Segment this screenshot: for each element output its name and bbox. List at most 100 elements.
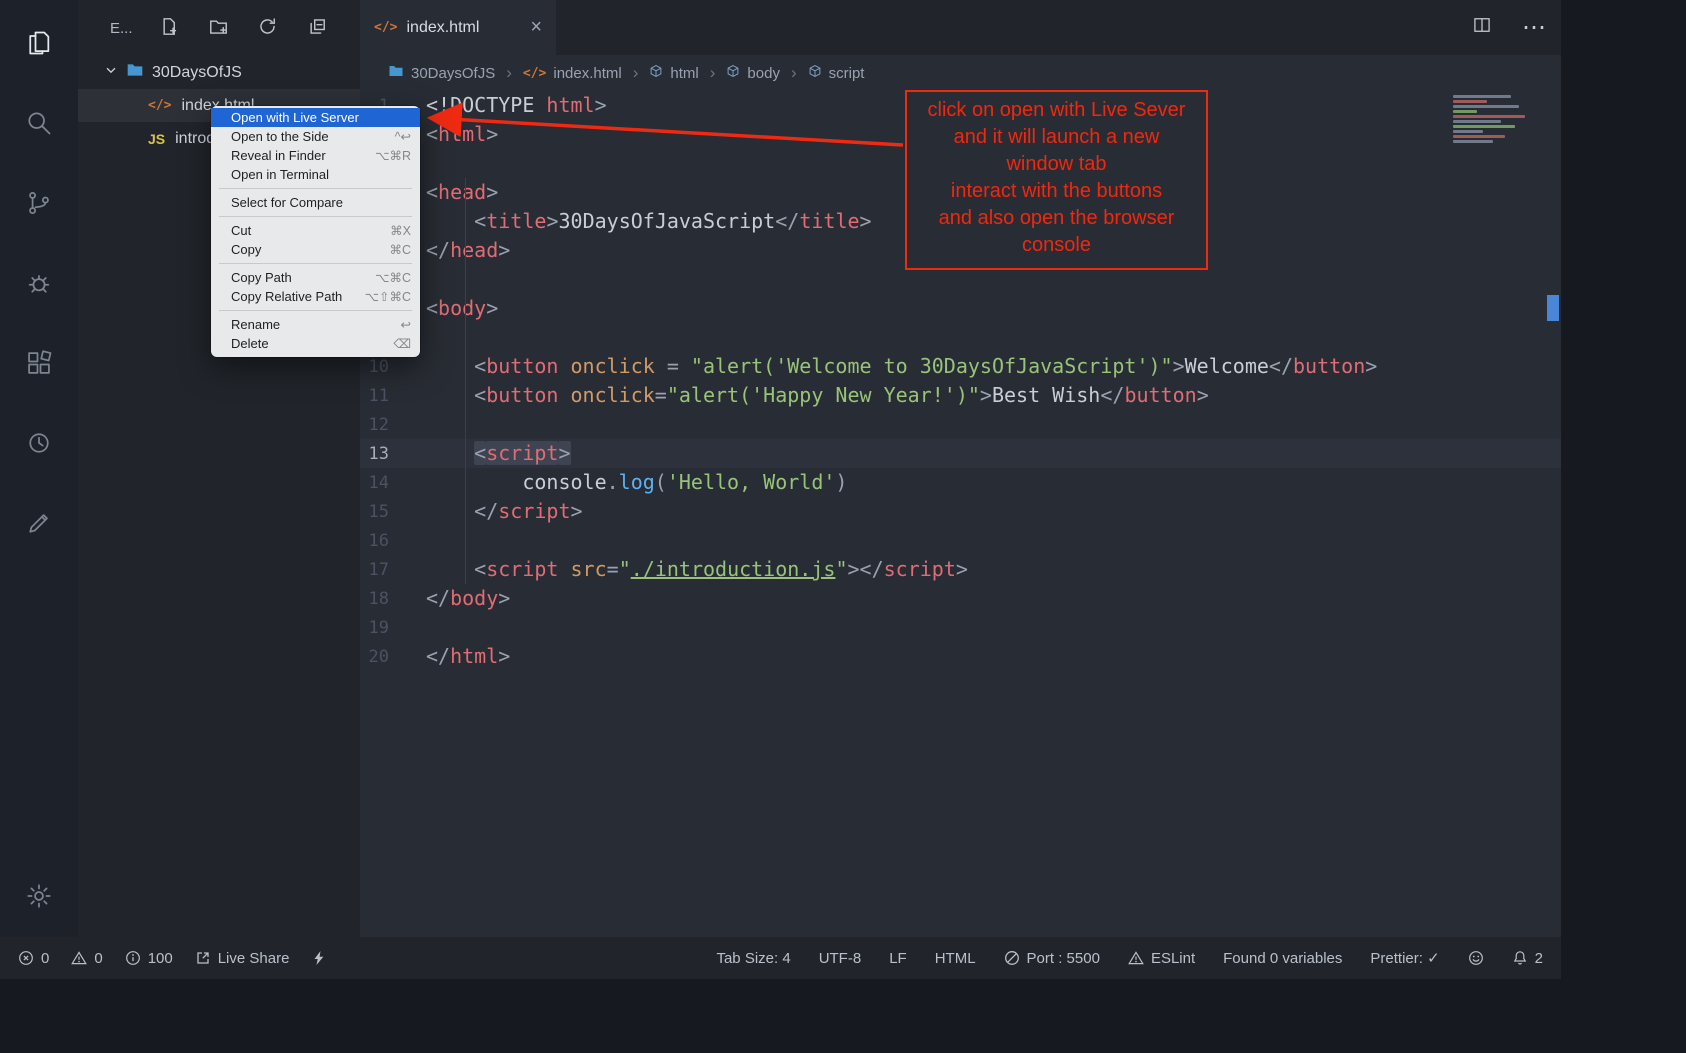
context-menu-item[interactable]: Open in Terminal — [211, 165, 420, 184]
status-item-smiley[interactable] — [1468, 950, 1484, 966]
menu-item-label: Open with Live Server — [231, 110, 359, 125]
breadcrumb-separator: › — [710, 63, 716, 83]
breadcrumb-item[interactable]: body — [726, 64, 780, 82]
breadcrumb-item[interactable]: 30DaysOfJS — [388, 63, 495, 83]
status-item[interactable]: Tab Size: 4 — [716, 950, 790, 967]
context-menu-item[interactable]: Open with Live Server — [211, 108, 420, 127]
code-line[interactable]: 12 — [360, 410, 1561, 439]
line-number: 17 — [360, 560, 426, 580]
breadcrumb-separator: › — [791, 63, 797, 83]
explorer-icon[interactable] — [15, 14, 63, 72]
status-label: 0 — [94, 950, 102, 967]
settings-gear-icon[interactable] — [15, 867, 63, 925]
search-icon[interactable] — [15, 94, 63, 152]
code-line[interactable]: 16 — [360, 526, 1561, 555]
status-item[interactable]: UTF-8 — [819, 950, 862, 967]
code-line[interactable]: 19 — [360, 613, 1561, 642]
line-number: 12 — [360, 415, 426, 435]
code-text: </script> — [426, 497, 583, 526]
menu-item-label: Copy Relative Path — [231, 289, 342, 304]
debug-icon[interactable] — [15, 254, 63, 312]
explorer-header: E... — [78, 0, 360, 56]
status-item-error[interactable]: 0 — [18, 950, 49, 967]
smiley-icon — [1468, 950, 1484, 966]
breadcrumb-item[interactable]: html — [649, 64, 698, 82]
history-icon[interactable] — [15, 414, 63, 472]
collapse-all-icon[interactable] — [307, 17, 326, 40]
status-item[interactable]: Prettier: ✓ — [1370, 949, 1439, 967]
code-line[interactable]: 8<body> — [360, 294, 1561, 323]
status-item[interactable]: LF — [889, 950, 907, 967]
feedback-pen-icon[interactable] — [15, 494, 63, 552]
more-actions-icon[interactable]: ⋯ — [1522, 13, 1547, 42]
refresh-icon[interactable] — [258, 17, 277, 40]
code-line[interactable]: 18</body> — [360, 584, 1561, 613]
context-menu-item[interactable]: Copy Relative Path⌥⇧⌘C — [211, 287, 420, 306]
context-menu-item[interactable]: Reveal in Finder⌥⌘R — [211, 146, 420, 165]
menu-item-shortcut: ⌥⌘R — [375, 148, 411, 163]
code-line[interactable]: 14 console.log('Hello, World') — [360, 468, 1561, 497]
close-tab-icon[interactable]: × — [530, 16, 542, 39]
explorer-title: E... — [110, 20, 133, 37]
status-label: HTML — [935, 950, 976, 967]
status-bar: 0 0 100 Live Share Tab Size: 4 UTF-8 LF HTML Po… — [0, 937, 1561, 979]
extensions-icon[interactable] — [15, 334, 63, 392]
split-editor-icon[interactable] — [1472, 15, 1492, 40]
code-text: <!DOCTYPE html> — [426, 91, 607, 120]
code-line[interactable]: 11 <button onclick="alert('Happy New Yea… — [360, 381, 1561, 410]
breadcrumb-item[interactable]: script — [808, 64, 865, 82]
overview-ruler[interactable] — [1545, 91, 1561, 937]
context-menu-item[interactable]: Rename↩ — [211, 315, 420, 334]
status-item-port[interactable]: Port : 5500 — [1004, 950, 1100, 967]
code-text: <button onclick="alert('Happy New Year!'… — [426, 381, 1209, 410]
source-control-icon[interactable] — [15, 174, 63, 232]
context-menu-item[interactable]: Open to the Side^↩ — [211, 127, 420, 146]
code-line[interactable]: 15 </script> — [360, 497, 1561, 526]
annotation-text: console — [911, 232, 1202, 259]
menu-item-shortcut: ⌫ — [393, 336, 411, 351]
tab-index-html[interactable]: </> index.html × — [360, 0, 556, 55]
status-label: Found 0 variables — [1223, 950, 1342, 967]
status-item-warning[interactable]: 0 — [71, 950, 102, 967]
new-file-icon[interactable] — [160, 17, 179, 40]
status-item-info[interactable]: 100 — [125, 950, 173, 967]
error-icon — [18, 950, 34, 966]
line-number: 18 — [360, 589, 426, 609]
annotation-text: click on open with Live Sever — [911, 97, 1202, 124]
status-item-bell[interactable]: 2 — [1512, 950, 1543, 967]
breadcrumb: 30DaysOfJS›</>index.html›html›body›scrip… — [360, 55, 1561, 91]
context-menu-item[interactable]: Delete⌫ — [211, 334, 420, 353]
line-number: 11 — [360, 386, 426, 406]
breadcrumb-item[interactable]: </>index.html — [523, 65, 622, 82]
code-line[interactable]: 17 <script src="./introduction.js"></scr… — [360, 555, 1561, 584]
code-text: console.log('Hello, World') — [426, 468, 847, 497]
chevron-down-icon — [104, 63, 118, 82]
new-folder-icon[interactable] — [209, 17, 228, 40]
annotation-text: and it will launch a new — [911, 124, 1202, 151]
status-item-warning[interactable]: ESLint — [1128, 950, 1195, 967]
breadcrumb-label: script — [829, 65, 865, 82]
code-line[interactable]: 20</html> — [360, 642, 1561, 671]
breadcrumb-label: html — [670, 65, 698, 82]
tab-bar: </> index.html × ⋯ — [360, 0, 1561, 55]
status-label: 100 — [148, 950, 173, 967]
folder-label: 30DaysOfJS — [152, 64, 242, 82]
context-menu-item[interactable]: Cut⌘X — [211, 221, 420, 240]
status-item[interactable]: HTML — [935, 950, 976, 967]
status-item-live-share[interactable]: Live Share — [195, 950, 290, 967]
context-menu-item[interactable]: Copy Path⌥⌘C — [211, 268, 420, 287]
warning-icon — [71, 950, 87, 966]
code-line[interactable]: 9 — [360, 323, 1561, 352]
menu-item-shortcut: ↩ — [401, 317, 411, 332]
line-number: 10 — [360, 357, 426, 377]
status-label: Tab Size: 4 — [716, 950, 790, 967]
code-line[interactable]: 10 <button onclick = "alert('Welcome to … — [360, 352, 1561, 381]
minimap[interactable] — [1451, 93, 1543, 157]
status-item[interactable]: Found 0 variables — [1223, 950, 1342, 967]
menu-item-shortcut: ⌥⌘C — [375, 270, 411, 285]
code-line[interactable]: 13 <script> — [360, 439, 1561, 468]
folder-row-30daysofjs[interactable]: 30DaysOfJS — [78, 56, 360, 89]
context-menu-item[interactable]: Copy⌘C — [211, 240, 420, 259]
context-menu-item[interactable]: Select for Compare — [211, 193, 420, 212]
status-item-lightning[interactable] — [311, 950, 327, 966]
